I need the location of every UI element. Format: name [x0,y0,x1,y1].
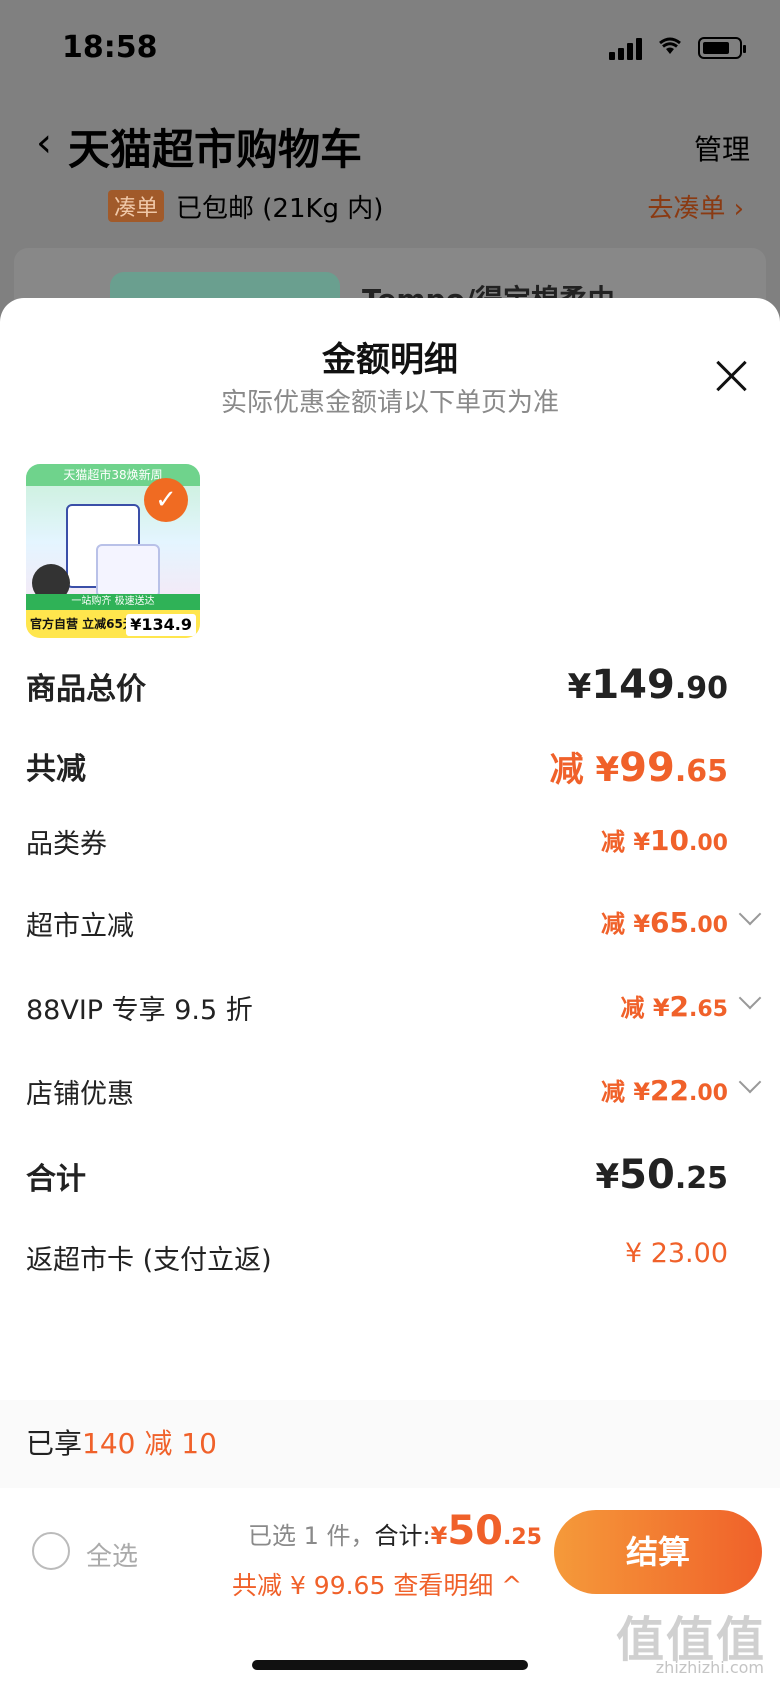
row-label: 返超市卡 (支付立返) [26,1245,272,1276]
row-total-price: 商品总价 ¥149.90 [26,662,754,724]
row-amount: 减 ¥99.65 [549,745,728,791]
row-vip-discount[interactable]: 88VIP 专享 9.5 折 减 ¥2.65 [26,988,754,1048]
check-icon[interactable]: ✓ [144,478,188,522]
row-label: 商品总价 [26,672,146,707]
gather-tag: 凑单 [108,190,165,222]
row-amount: ¥149.90 [567,662,728,708]
manage-button[interactable]: 管理 [694,128,750,168]
thumbnail-strip: 一站购齐 极速送达 [26,594,200,610]
row-label: 88VIP 专享 9.5 折 [26,995,253,1026]
chevron-down-icon[interactable] [736,988,762,1014]
select-all-label[interactable]: 全选 [86,1536,138,1573]
status-icons [609,34,746,62]
sheet-title: 金额明细 [322,340,458,380]
gather-link[interactable]: 去凑单 › [647,188,744,225]
row-amount: 减 ¥22.00 [600,1074,728,1107]
row-label: 合计 [26,1162,86,1197]
tissue-pack-image [96,544,160,598]
footer-total: 已选 1 件，合计:¥50.25 [248,1508,542,1554]
row-label: 超市立减 [26,911,134,942]
wifi-icon [656,34,684,62]
promo-text: 已享140 减 10 [26,1427,217,1460]
promo-highlight: 140 减 10 [82,1427,217,1460]
row-label: 品类券 [26,829,107,860]
status-time: 18:58 [62,30,158,65]
battery-icon [698,37,746,59]
view-details-link[interactable]: 共减 ¥ 99.65 查看明细 ^ [232,1566,522,1602]
chevron-down-icon[interactable] [736,904,762,930]
watermark-url: zhizhizhi.com [655,1658,764,1677]
row-rebate: 返超市卡 (支付立返) ¥ 23.00 [26,1238,754,1298]
row-label: 共减 [26,752,86,787]
row-total-discount: 共减 减 ¥99.65 [26,744,754,804]
row-amount: 减 ¥65.00 [600,906,728,939]
home-indicator[interactable] [252,1660,528,1670]
row-amount: ¥ 23.00 [624,1238,728,1269]
back-icon[interactable]: ‹ [36,120,52,166]
page-title: 天猫超市购物车 [68,125,363,174]
signal-icon [609,36,642,60]
close-icon[interactable] [712,356,752,396]
row-amount: 减 ¥2.65 [620,990,728,1023]
promo-bar: 已享140 减 10 [0,1400,780,1488]
select-all-checkbox[interactable] [32,1532,70,1570]
sheet-subtitle: 实际优惠金额请以下单页为准 [220,388,559,418]
chevron-down-icon[interactable] [736,1072,762,1098]
shipping-text: 已包邮 (21Kg 内) [176,194,384,224]
row-market-discount[interactable]: 超市立减 减 ¥65.00 [26,904,754,964]
row-store-discount[interactable]: 店铺优惠 减 ¥22.00 [26,1072,754,1132]
row-amount: ¥50.25 [595,1152,729,1198]
row-subtotal: 合计 ¥50.25 [26,1152,754,1214]
thumbnail-price: ¥134.9 [126,614,196,636]
row-category-coupon: 品类券 减 ¥10.00 [26,822,754,882]
row-label: 店铺优惠 [26,1079,134,1110]
checkout-button[interactable]: 结算 [554,1510,762,1594]
row-amount: 减 ¥10.00 [600,824,728,857]
